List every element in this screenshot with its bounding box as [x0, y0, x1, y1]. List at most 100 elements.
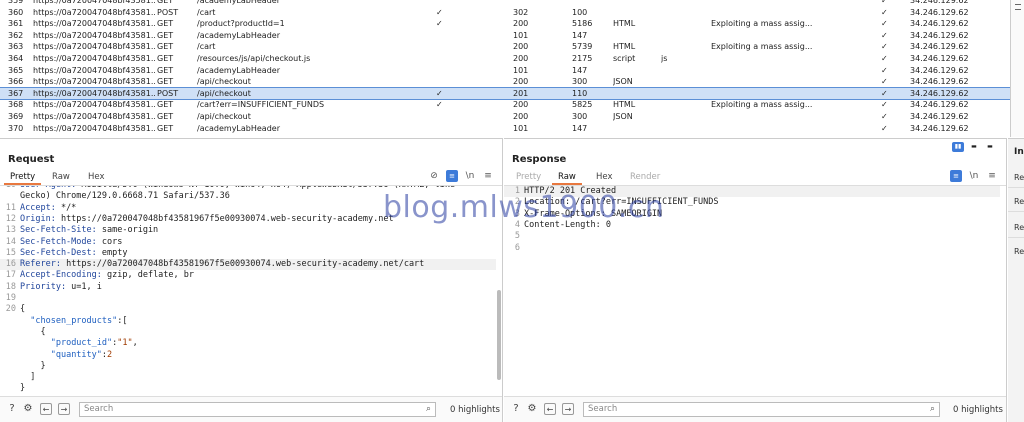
cell-url: /cart — [197, 7, 216, 17]
tab-hex[interactable]: Hex — [590, 171, 619, 185]
forward-arrow-icon[interactable]: → — [58, 403, 70, 415]
editor-line: 5 — [504, 231, 1000, 242]
editor-line: "chosen_products":[ — [0, 316, 496, 327]
response-pane: ▮▮ ▬ ▬ Response Pretty Raw Hex Render ≡ … — [504, 138, 1007, 422]
request-search-input[interactable]: Search ⌕ — [79, 402, 436, 417]
inspector-row[interactable]: Re — [1014, 247, 1024, 256]
strip-line — [1015, 4, 1021, 5]
cell-host: https://0a720047048bf43581... — [33, 88, 155, 98]
inspector-row[interactable]: Re — [1014, 197, 1024, 206]
help-icon[interactable]: ? — [510, 403, 522, 415]
table-row[interactable]: 360 https://0a720047048bf43581... POST/car… — [0, 7, 1024, 19]
cell-ip: 34.246.129.62 — [910, 88, 969, 98]
layout-split-icon[interactable]: ▮▮ — [952, 142, 964, 152]
cell-length: 5825 — [572, 100, 593, 110]
cell-ip: 34.246.129.62 — [910, 77, 969, 87]
cell-num: 367 — [8, 88, 24, 98]
request-scrollbar[interactable] — [496, 186, 502, 394]
help-icon[interactable]: ? — [6, 403, 18, 415]
cell-tick: ✓ — [881, 65, 888, 75]
tab-pretty[interactable]: Pretty — [510, 171, 547, 185]
cell-check: ✓ — [436, 7, 443, 17]
line-text: } — [20, 383, 26, 394]
tab-hex[interactable]: Hex — [82, 171, 111, 185]
table-row[interactable]: 365 https://0a720047048bf43581... GET/acad… — [0, 65, 1024, 77]
cell-ip: 34.246.129.62 — [910, 65, 969, 75]
line-number: 11 — [5, 202, 16, 213]
editor-line: 4 Content-Length: 0 — [504, 220, 1000, 231]
inspector-row[interactable]: Re — [1014, 173, 1024, 182]
request-editor[interactable]: 10User-Agent: Mozilla/5.0 (Windows NT 10… — [0, 186, 496, 394]
cell-num: 369 — [8, 112, 24, 121]
newline-icon[interactable]: \n — [464, 170, 476, 182]
line-text: Accept: */* — [20, 202, 77, 213]
forward-arrow-icon[interactable]: → — [562, 403, 574, 415]
settings-gear-icon[interactable]: ⚙ — [22, 403, 34, 415]
cell-title: Exploiting a mass assig... — [711, 100, 813, 110]
eye-slash-icon[interactable]: ⊘ — [428, 170, 440, 182]
table-row[interactable]: 370 https://0a720047048bf43581... GET/acad… — [0, 123, 1024, 135]
table-row[interactable]: 369 https://0a720047048bf43581... GET/api/… — [0, 111, 1024, 123]
cell-num: 361 — [8, 19, 24, 29]
editor-line: 6 — [504, 243, 1000, 254]
search-icon[interactable]: ⌕ — [930, 403, 935, 416]
tab-pretty[interactable]: Pretty — [4, 171, 42, 185]
header-name: Referer: — [20, 259, 61, 270]
table-row[interactable]: 368 https://0a720047048bf43581... GET/cart… — [0, 99, 1024, 111]
cell-ip: 34.246.129.62 — [910, 19, 969, 29]
cell-tick: ✓ — [881, 54, 888, 63]
back-arrow-icon[interactable]: ← — [544, 403, 556, 415]
json-key: "product_id" — [50, 338, 113, 349]
table-row[interactable]: 359 https://0a720047048bf43581... GET/acad… — [0, 0, 1024, 7]
newline-icon[interactable]: \n — [968, 170, 980, 182]
cell-method: GET — [157, 65, 174, 75]
table-row[interactable]: 361 https://0a720047048bf43581... GET/prod… — [0, 18, 1024, 30]
highlights-count: 0 highlights — [953, 405, 1003, 415]
wrap-icon[interactable]: ≡ — [950, 170, 962, 182]
divider — [1008, 211, 1024, 212]
cell-url: /cart?err=INSUFFICIENT_FUNDS — [197, 100, 325, 110]
layout-single-icon[interactable]: ▬ — [984, 142, 996, 152]
line-text: HTTP/2 201 Created — [524, 186, 617, 196]
cell-length: 147 — [572, 30, 588, 40]
cell-status: 200 — [513, 54, 529, 63]
cell-ip: 34.246.129.62 — [910, 7, 969, 17]
cell-status: 302 — [513, 7, 529, 17]
table-row[interactable]: 363 https://0a720047048bf43581... GET/cart… — [0, 41, 1024, 53]
cell-num: 360 — [8, 7, 24, 17]
table-row[interactable]: 364 https://0a720047048bf43581... GET/reso… — [0, 53, 1024, 65]
tab-raw[interactable]: Raw — [46, 171, 76, 185]
menu-icon[interactable]: ≡ — [986, 170, 998, 182]
editor-line: { — [0, 327, 496, 338]
response-editor[interactable]: 1 HTTP/2 201 Created 2 Location: /cart?err=… — [504, 186, 1000, 394]
tab-raw[interactable]: Raw — [552, 171, 582, 185]
menu-icon[interactable]: ≡ — [482, 170, 494, 182]
table-row[interactable]: 366 https://0a720047048bf43581... GET/api/… — [0, 76, 1024, 88]
table-row[interactable]: 367 https://0a720047048bf43581... POST/api… — [0, 86, 1024, 101]
cell-method: GET — [157, 30, 174, 40]
wrap-icon[interactable]: ≡ — [446, 170, 458, 182]
line-number: 19 — [5, 293, 16, 303]
tab-render[interactable]: Render — [624, 171, 666, 185]
inspector-row[interactable]: Re — [1014, 223, 1024, 232]
layout-horizontal-icon[interactable]: ▬ — [968, 142, 980, 152]
cell-mime: HTML — [613, 42, 636, 52]
cell-tick: ✓ — [881, 19, 888, 29]
cell-ip: 34.246.129.62 — [910, 0, 969, 5]
cell-mime: HTML — [613, 100, 636, 110]
response-title: Response — [512, 154, 567, 165]
response-search-input[interactable]: Search ⌕ — [583, 402, 940, 417]
cell-tick: ✓ — [881, 112, 888, 121]
back-arrow-icon[interactable]: ← — [40, 403, 52, 415]
search-icon[interactable]: ⌕ — [426, 403, 431, 416]
line-number: 2 — [514, 197, 520, 208]
editor-line: 1 HTTP/2 201 Created — [504, 186, 1000, 198]
header-name: Priority: — [20, 281, 67, 292]
scroll-thumb[interactable] — [497, 290, 501, 380]
settings-gear-icon[interactable]: ⚙ — [526, 403, 538, 415]
cell-length: 147 — [572, 123, 588, 133]
header-name: User-Agent: — [20, 186, 76, 190]
table-row[interactable]: 362 https://0a720047048bf43581... GET/acad… — [0, 30, 1024, 42]
divider — [1008, 187, 1024, 188]
editor-line: 20 { — [0, 304, 496, 315]
